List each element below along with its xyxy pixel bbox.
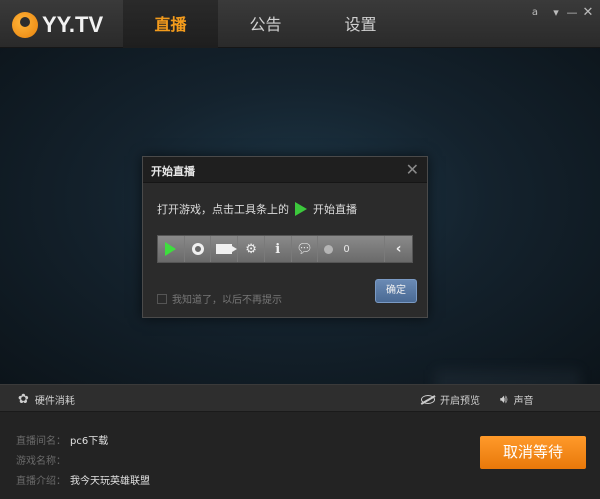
room-name-row: 直播间名： pc6下载 bbox=[16, 432, 108, 447]
logo-text: YY.TV bbox=[42, 12, 104, 37]
sound-label: 声音 bbox=[513, 396, 534, 407]
tab-live[interactable]: 直播 bbox=[123, 0, 218, 48]
user-button[interactable]: a bbox=[527, 6, 543, 20]
game-name-row: 游戏名称： bbox=[16, 452, 70, 467]
viewer-count-value: 0 bbox=[343, 243, 350, 255]
chat-bubble-icon: 💬︎ bbox=[296, 241, 313, 257]
confirm-button[interactable]: 确定 bbox=[375, 279, 417, 303]
preview-label: 开启预览 bbox=[440, 396, 480, 407]
dialog-message-action: 开始直播 bbox=[313, 203, 357, 216]
status-bar: ✿ 硬件消耗 开启预览 🔊︎ 声音 bbox=[0, 384, 600, 412]
user-icon bbox=[324, 244, 334, 254]
title-bar: YY.TV 直播 公告 设置 a ▾ — ✕ bbox=[0, 0, 600, 48]
room-name-label: 直播间名： bbox=[16, 436, 66, 447]
game-toolbar: ⚙ i 💬︎ 0 ‹ bbox=[157, 235, 413, 263]
hardware-usage[interactable]: ✿ 硬件消耗 bbox=[18, 392, 75, 407]
app-logo: YY.TV bbox=[12, 12, 103, 38]
dialog-message-text: 打开游戏，点击工具条上的 bbox=[157, 203, 289, 216]
dont-show-label: 我知道了，以后不再提示 bbox=[172, 295, 282, 306]
info-icon: i bbox=[275, 241, 281, 257]
sound-toggle[interactable]: 🔊︎ 声音 bbox=[500, 392, 534, 407]
preview-toggle[interactable]: 开启预览 bbox=[421, 392, 480, 407]
tab-settings[interactable]: 设置 bbox=[313, 0, 408, 48]
dialog-message: 打开游戏，点击工具条上的 开始直播 bbox=[157, 201, 357, 217]
chat-button[interactable]: 💬︎ bbox=[292, 236, 319, 262]
play-icon bbox=[295, 202, 307, 216]
settings-button[interactable]: ⚙ bbox=[238, 236, 265, 262]
viewer-count: 0 bbox=[318, 236, 386, 262]
intro-value: 我今天玩英雄联盟 bbox=[70, 476, 150, 487]
record-icon bbox=[191, 243, 204, 255]
menu-dropdown-icon[interactable]: ▾ bbox=[548, 6, 564, 20]
gear-icon: ⚙ bbox=[245, 241, 257, 257]
dialog-close-icon[interactable]: ✕ bbox=[406, 160, 419, 179]
room-name-value: pc6下载 bbox=[70, 436, 109, 447]
start-live-button[interactable] bbox=[158, 236, 185, 262]
cancel-wait-button[interactable]: 取消等待 bbox=[480, 436, 586, 469]
play-icon bbox=[165, 242, 177, 256]
hardware-icon: ✿ bbox=[18, 392, 29, 407]
collapse-toolbar-button[interactable]: ‹ bbox=[385, 236, 412, 262]
start-live-dialog: 开始直播 ✕ 打开游戏，点击工具条上的 开始直播 ⚙ i 💬︎ 0 ‹ 我知道了… bbox=[142, 156, 428, 318]
eye-off-icon bbox=[421, 395, 435, 404]
dont-show-checkbox[interactable] bbox=[157, 293, 167, 304]
stream-info-panel: 直播间名： pc6下载 游戏名称： 直播介绍： 我今天玩英雄联盟 取消等待 bbox=[0, 412, 600, 499]
chevron-left-icon: ‹ bbox=[395, 241, 402, 257]
game-name-label: 游戏名称： bbox=[16, 456, 66, 467]
camera-button[interactable] bbox=[211, 236, 239, 262]
info-button[interactable]: i bbox=[265, 236, 292, 262]
yy-logo-icon bbox=[12, 12, 38, 38]
record-button[interactable] bbox=[185, 236, 212, 262]
minimize-icon[interactable]: — bbox=[564, 6, 580, 20]
dialog-header: 开始直播 ✕ bbox=[143, 157, 427, 183]
speaker-icon: 🔊︎ bbox=[500, 392, 508, 406]
hardware-label: 硬件消耗 bbox=[34, 396, 75, 407]
close-icon[interactable]: ✕ bbox=[580, 6, 596, 20]
intro-label: 直播介绍： bbox=[16, 476, 66, 487]
dont-show-again[interactable]: 我知道了，以后不再提示 bbox=[157, 291, 282, 306]
tab-notice[interactable]: 公告 bbox=[218, 0, 313, 48]
camera-icon bbox=[216, 244, 238, 254]
dialog-title: 开始直播 bbox=[151, 165, 195, 178]
intro-row: 直播介绍： 我今天玩英雄联盟 bbox=[16, 472, 150, 487]
